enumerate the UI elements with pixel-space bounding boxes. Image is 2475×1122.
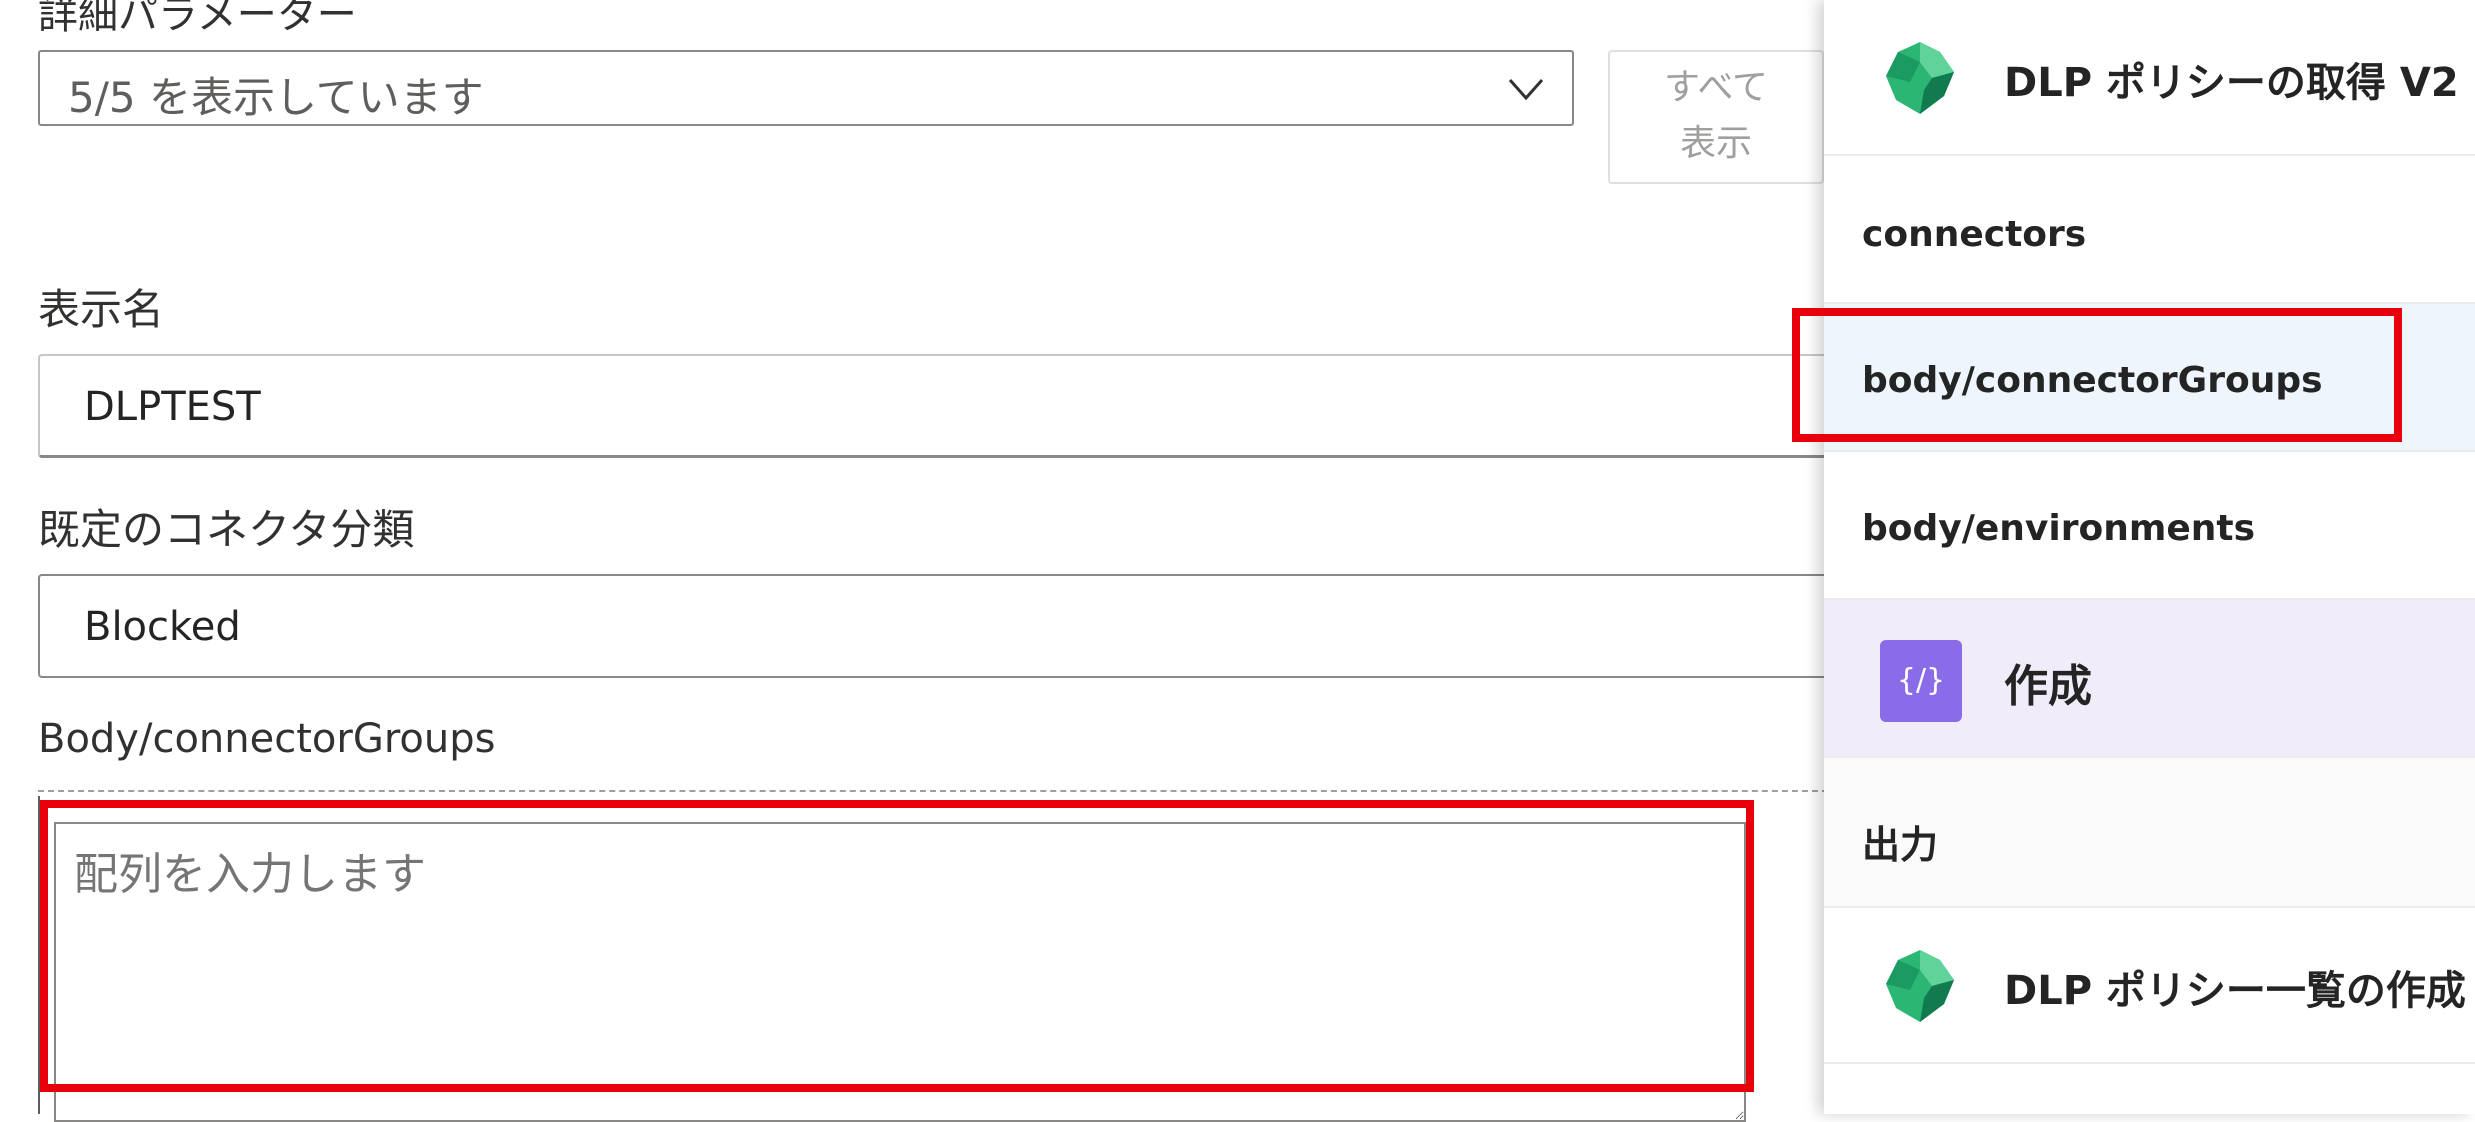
- panel-pointer: [1780, 926, 1824, 994]
- default-classification-field[interactable]: Blocked: [38, 574, 1838, 678]
- token-body-environments[interactable]: body/environments: [1824, 452, 2475, 600]
- highlight-box-array-input: [40, 800, 1754, 1092]
- dlp-policy-icon: [1886, 950, 1954, 1022]
- action-list-dlp-policies[interactable]: DLP ポリシー一覧の作成: [1824, 908, 2475, 1064]
- token-connectors[interactable]: connectors: [1824, 156, 2475, 304]
- action-get-dlp-policy[interactable]: DLP ポリシーの取得 V2: [1824, 0, 2475, 156]
- body-connector-groups-label: Body/connectorGroups: [38, 716, 496, 762]
- token-label: 出力: [1862, 823, 1939, 867]
- show-all-label-line1: すべて: [1663, 67, 1769, 108]
- field-divider: [38, 790, 1838, 792]
- display-name-label: 表示名: [38, 285, 165, 334]
- token-label: body/environments: [1862, 508, 2256, 549]
- token-output[interactable]: 出力: [1824, 758, 2475, 908]
- action-title: DLP ポリシーの取得 V2: [2004, 60, 2459, 106]
- action-compose[interactable]: {/} 作成: [1824, 600, 2475, 758]
- display-name-field[interactable]: DLPTEST: [38, 354, 1838, 458]
- display-name-value: DLPTEST: [84, 384, 261, 430]
- section-title: 詳細パラメーター: [38, 0, 357, 38]
- compose-icon: {/}: [1880, 640, 1962, 722]
- parameters-dropdown-value: 5/5 を表示しています: [68, 73, 484, 122]
- action-title: DLP ポリシー一覧の作成: [2004, 968, 2466, 1014]
- highlight-box-connector-groups: [1792, 308, 2402, 442]
- show-all-label-line2: 表示: [1679, 123, 1752, 164]
- token-label: connectors: [1862, 214, 2087, 255]
- dynamic-content-panel: DLP ポリシーの取得 V2 connectors body/connector…: [1824, 0, 2475, 1114]
- action-title: 作成: [2004, 661, 2092, 712]
- dlp-policy-icon: [1886, 42, 1954, 114]
- chevron-down-icon: [1508, 79, 1544, 101]
- parameters-dropdown[interactable]: 5/5 を表示しています: [38, 50, 1574, 126]
- default-classification-value: Blocked: [84, 604, 241, 650]
- show-all-button[interactable]: すべて 表示: [1608, 50, 1824, 184]
- default-classification-label: 既定のコネクタ分類: [38, 505, 415, 554]
